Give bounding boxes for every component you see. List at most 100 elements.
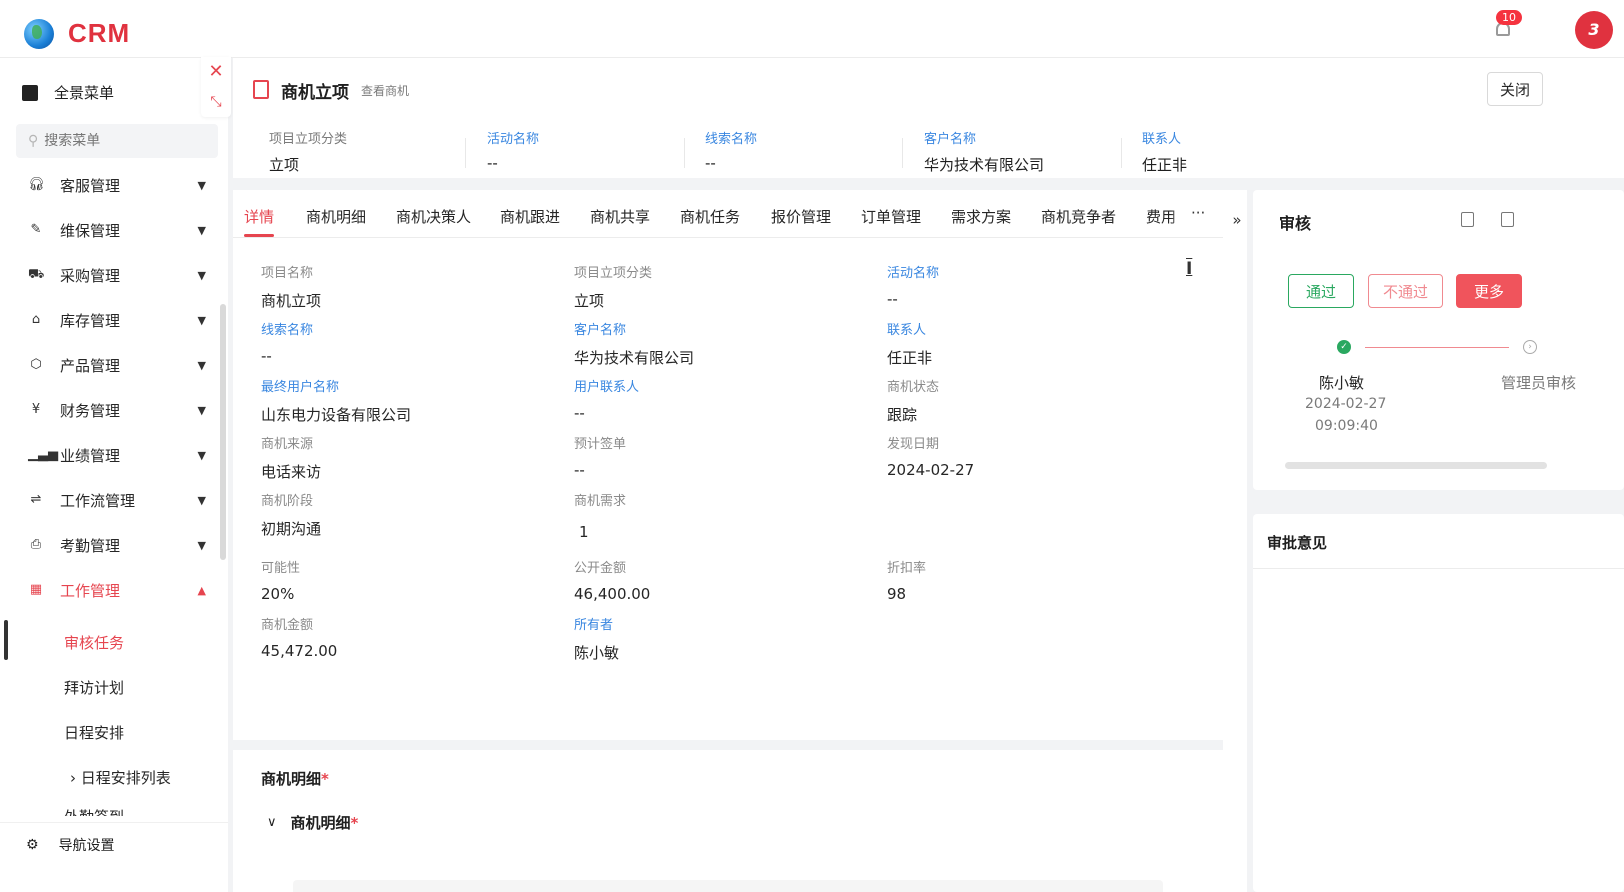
section-subheader[interactable]: ∨ 商机明细* (267, 812, 358, 833)
document-icon[interactable] (1461, 212, 1474, 227)
field-end-user[interactable]: 最终用户名称 山东电力设备有限公司 (261, 376, 561, 425)
summary-bar: 项目立项分类 立项 活动名称 -- 线索名称 -- 客户名称 华为技术有限公司 … (233, 122, 1624, 180)
sidebar-item-work[interactable]: ▦ 工作管理 ▲ (28, 575, 208, 605)
field-lead[interactable]: 线索名称 -- (261, 319, 561, 365)
field-value: 电话来访 (261, 463, 322, 481)
field-activity[interactable]: 活动名称 -- (887, 262, 1187, 308)
sidebar-sub-visit-plan[interactable]: 拜访计划 (64, 677, 124, 698)
chevron-right-icon: › (70, 769, 76, 787)
section-gap (233, 740, 1223, 750)
tab-competitors[interactable]: 商机竞争者 (1041, 206, 1116, 227)
field-source: 商机来源 电话来访 (261, 433, 561, 482)
close-button[interactable]: 关闭 (1487, 72, 1543, 106)
avatar[interactable]: 3 (1575, 11, 1613, 49)
summary-contact[interactable]: 联系人 任正非 (1142, 128, 1352, 175)
right-panel: 审核 通过 不通过 更多 ✓ › 陈小敏 2024-02-27 09:09:40… (1247, 190, 1624, 892)
wrench-icon: ✎ (30, 222, 42, 237)
field-value: 陈小敏 (574, 644, 620, 662)
tab-detail[interactable]: 详情 (244, 206, 274, 227)
grid-icon: ▦ (29, 582, 43, 597)
field-label: 商机阶段 (261, 494, 314, 509)
sidebar-sub-schedule[interactable]: 日程安排 (64, 722, 124, 743)
more-button[interactable]: 更多 (1456, 274, 1522, 308)
menu-search-input[interactable] (44, 133, 195, 149)
audit-scrollbar[interactable] (1285, 462, 1547, 469)
reject-button[interactable]: 不通过 (1368, 274, 1443, 308)
field-label: 用户联系人 (574, 380, 640, 395)
field-expected-sign: 预计签单 -- (574, 433, 874, 479)
logo-text: CRM (68, 18, 131, 48)
warehouse-icon: ⌂ (31, 312, 41, 327)
summary-value: 立项 (269, 156, 300, 174)
tab-tasks[interactable]: 商机任务 (680, 206, 740, 227)
sidebar-sub-field-checkin[interactable]: 外勤签到 (64, 806, 124, 816)
nav-settings-button[interactable]: ⚙ 导航设置 (26, 835, 115, 855)
double-chevron-right-icon[interactable]: » (1229, 200, 1245, 240)
chevron-down-icon: ▼ (197, 538, 206, 552)
attendance-icon: ⎙ (30, 537, 42, 552)
search-document-icon[interactable] (1501, 212, 1514, 227)
section-subtitle-text: 商机明细 (290, 814, 351, 832)
summary-project-category: 项目立项分类 立项 (269, 128, 479, 175)
box-icon: ⬡ (30, 357, 42, 372)
field-probability: 可能性 20% (261, 557, 561, 603)
sidebar-item-attendance[interactable]: ⎙ 考勤管理 ▼ (28, 530, 208, 560)
divider (1121, 138, 1122, 168)
sidebar-item-customer-service[interactable]: 🎧︎ 客服管理 ▼ (28, 170, 208, 200)
field-value: 45,472.00 (261, 642, 338, 660)
full-menu-button[interactable]: 全景菜单 (22, 82, 114, 103)
field-value: -- (887, 290, 898, 308)
sidebar-item-label: 工作流管理 (60, 491, 136, 510)
divider (684, 138, 685, 168)
detail-area: 详情 商机明细 商机决策人 商机跟进 商机共享 商机任务 报价管理 订单管理 需… (233, 190, 1223, 892)
sidebar-item-inventory[interactable]: ⌂ 库存管理 ▼ (28, 305, 208, 335)
sidebar-scrollbar[interactable] (220, 304, 226, 560)
nav-settings-label: 导航设置 (58, 838, 115, 854)
tab-quotes[interactable]: 报价管理 (771, 206, 831, 227)
sidebar: 全景菜单 ⚲ 🎧︎ 客服管理 ▼ ✎ 维保管理 ▼ ⛟ 采购管理 ▼ ⌂ 库存管… (0, 58, 228, 892)
collapse-icon[interactable]: ⤡ (201, 87, 231, 117)
close-icon[interactable]: ✕ (201, 57, 231, 87)
summary-label: 活动名称 (487, 132, 540, 147)
field-label: 折扣率 (887, 561, 927, 576)
sidebar-item-maintenance[interactable]: ✎ 维保管理 ▼ (28, 215, 208, 245)
field-owner[interactable]: 所有者 陈小敏 (574, 614, 874, 663)
table-header-strip (293, 880, 1163, 892)
summary-activity[interactable]: 活动名称 -- (487, 128, 697, 172)
sidebar-item-purchase[interactable]: ⛟ 采购管理 ▼ (28, 260, 208, 290)
tab-orders[interactable]: 订单管理 (861, 206, 921, 227)
logo[interactable]: CRM (24, 18, 130, 49)
field-value: 98 (887, 585, 907, 603)
menu-search[interactable]: ⚲ (16, 124, 218, 158)
field-label: 公开金额 (574, 561, 627, 576)
field-label: 客户名称 (574, 323, 627, 338)
tab-share[interactable]: 商机共享 (590, 206, 650, 227)
more-tabs-button[interactable]: ··· (1191, 204, 1205, 222)
step1-name: 陈小敏 (1319, 374, 1365, 392)
field-contact[interactable]: 联系人 任正非 (887, 319, 1187, 368)
sidebar-item-product[interactable]: ⬡ 产品管理 ▼ (28, 350, 208, 380)
sidebar-sub-audit-task[interactable]: 审核任务 (64, 632, 124, 653)
tab-follow-up[interactable]: 商机跟进 (500, 206, 560, 227)
field-project-name: 项目名称 商机立项 (261, 262, 561, 311)
summary-customer[interactable]: 客户名称 华为技术有限公司 (924, 128, 1134, 175)
tab-opportunity-items[interactable]: 商机明细 (306, 206, 366, 227)
sidebar-item-performance[interactable]: ▁▃▅ 业绩管理 ▼ (28, 440, 208, 470)
document-icon (253, 80, 269, 99)
notification-badge: 10 (1496, 10, 1522, 25)
sidebar-item-label: 采购管理 (60, 266, 121, 285)
sidebar-item-label: 库存管理 (60, 311, 121, 330)
tab-solutions[interactable]: 需求方案 (951, 206, 1011, 227)
field-value: -- (574, 404, 585, 422)
tab-decision-makers[interactable]: 商机决策人 (396, 206, 471, 227)
sidebar-item-finance[interactable]: ¥ 财务管理 ▼ (28, 395, 208, 425)
field-customer[interactable]: 客户名称 华为技术有限公司 (574, 319, 874, 368)
pass-button[interactable]: 通过 (1288, 274, 1354, 308)
summary-value: 华为技术有限公司 (924, 156, 1045, 174)
field-value: 20% (261, 585, 295, 603)
summary-lead[interactable]: 线索名称 -- (705, 128, 915, 172)
sidebar-sub-schedule-list[interactable]: › 日程安排列表 (70, 767, 171, 788)
field-user-contact[interactable]: 用户联系人 -- (574, 376, 874, 422)
sidebar-item-workflow[interactable]: ⇌ 工作流管理 ▼ (28, 485, 208, 515)
field-label: 联系人 (887, 323, 927, 338)
